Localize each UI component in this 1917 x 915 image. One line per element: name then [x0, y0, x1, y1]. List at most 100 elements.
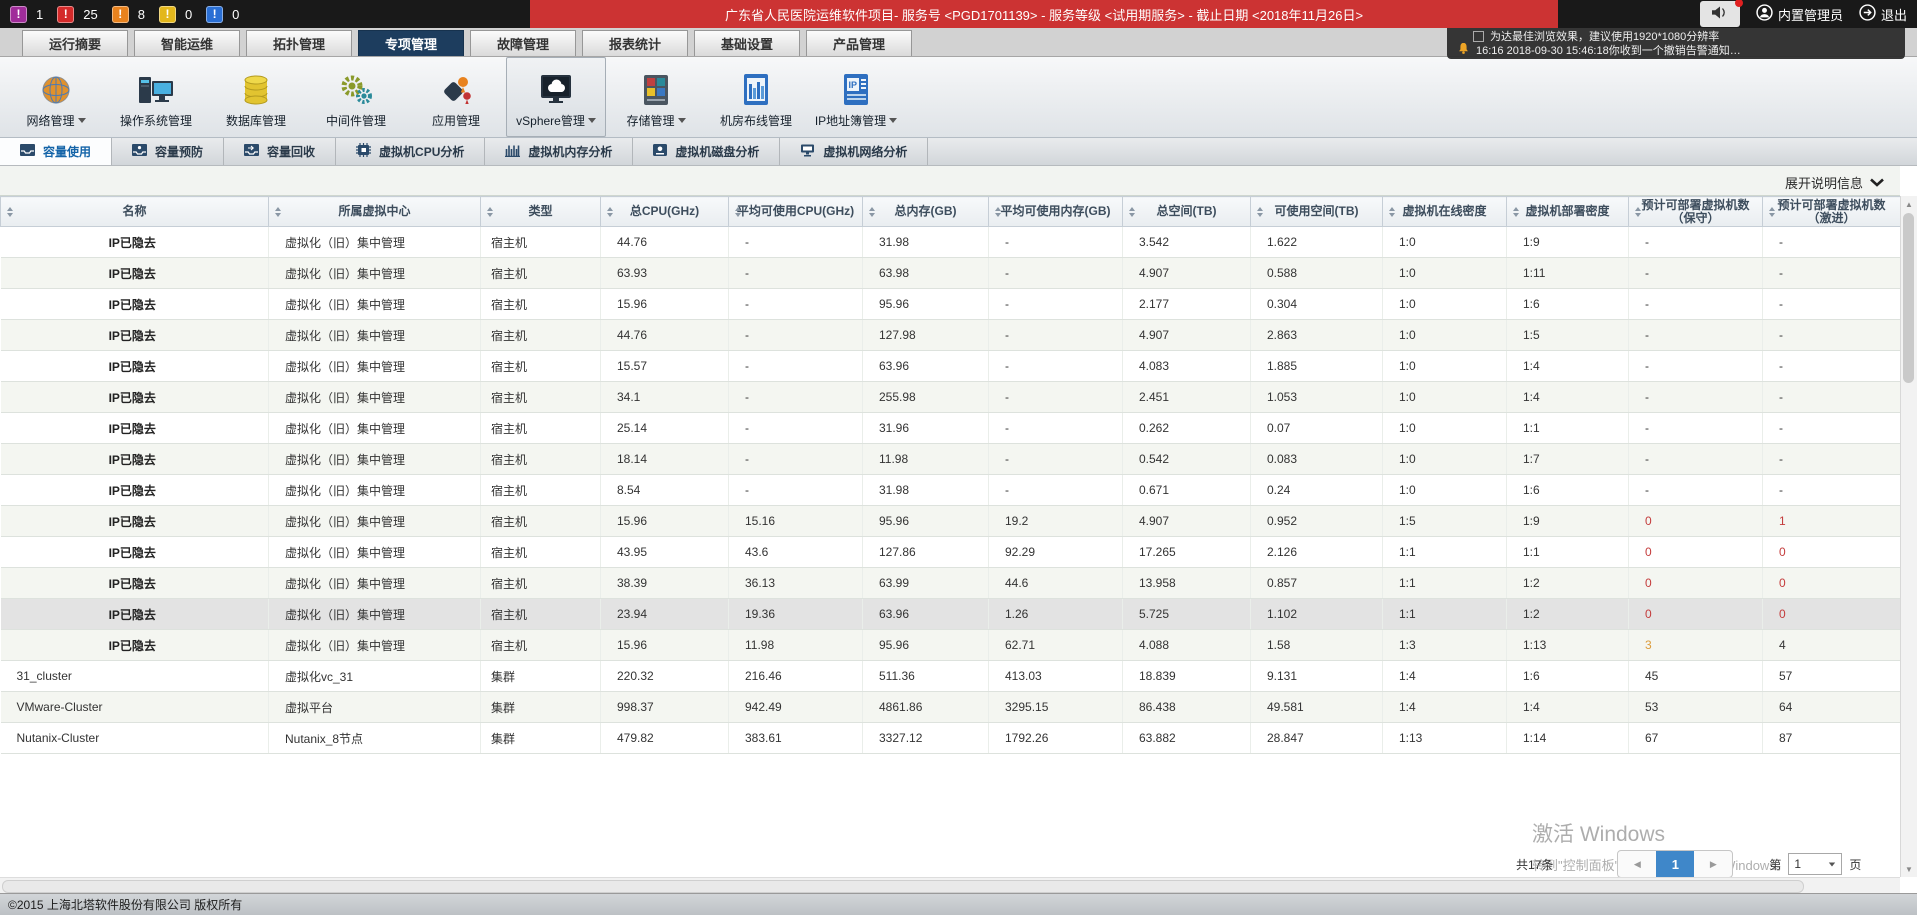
column-header-总内存(GB)[interactable]: 总内存(GB)	[863, 197, 989, 227]
cell: 18.14	[601, 444, 729, 475]
cell: 95.96	[863, 506, 989, 537]
ribbon-item-网络管理[interactable]: 网络管理	[6, 57, 106, 137]
next-page-button[interactable]: ▶	[1694, 851, 1732, 877]
subtab-虚拟机网络分析[interactable]: 虚拟机网络分析	[780, 138, 928, 165]
current-page-button[interactable]: 1	[1656, 851, 1694, 877]
column-header-预计可部署虚拟机数（激进）[interactable]: 预计可部署虚拟机数（激进）	[1763, 197, 1901, 227]
ribbon-item-应用管理[interactable]: 应用管理	[406, 57, 506, 137]
column-header-总空间(TB)[interactable]: 总空间(TB)	[1123, 197, 1251, 227]
cell: 宿主机	[481, 630, 601, 661]
alert-minor-counter[interactable]: !8	[112, 6, 145, 23]
ribbon-item-操作系统管理[interactable]: 操作系统管理	[106, 57, 206, 137]
table-row[interactable]: VMware-Cluster虚拟平台集群998.37942.494861.863…	[1, 692, 1901, 723]
cell: 1:13	[1507, 630, 1629, 661]
alert-warning-counter[interactable]: !0	[159, 6, 192, 23]
ribbon-item-vSphere管理[interactable]: vSphere管理	[506, 57, 606, 137]
tab-拓扑管理[interactable]: 拓扑管理	[246, 30, 352, 56]
table-row[interactable]: IP已隐去虚拟化（旧）集中管理宿主机43.9543.6127.8692.2917…	[1, 537, 1901, 568]
horizontal-scroll-thumb[interactable]	[2, 880, 1804, 893]
column-header-虚拟机部署密度[interactable]: 虚拟机部署密度	[1507, 197, 1629, 227]
column-header-平均可使用CPU(GHz)[interactable]: 平均可使用CPU(GHz)	[729, 197, 863, 227]
subtab-容量使用[interactable]: 容量使用	[0, 138, 112, 165]
cell: 43.95	[601, 537, 729, 568]
vertical-scrollbar[interactable]: ▲ ▼	[1900, 196, 1917, 877]
tab-基础设置[interactable]: 基础设置	[694, 30, 800, 56]
subtab-容量回收[interactable]: 容量回收	[224, 138, 336, 165]
table-row[interactable]: IP已隐去虚拟化（旧）集中管理宿主机8.54-31.98-0.6710.241:…	[1, 475, 1901, 506]
checkbox-icon[interactable]	[1473, 31, 1484, 42]
cell: 集群	[481, 723, 601, 754]
cell: 宿主机	[481, 475, 601, 506]
logout-button[interactable]: 退出	[1859, 4, 1907, 24]
ribbon-item-存储管理[interactable]: 存储管理	[606, 57, 706, 137]
tab-专项管理[interactable]: 专项管理	[358, 30, 464, 56]
cell: 1:9	[1507, 506, 1629, 537]
cell: 18.839	[1123, 661, 1251, 692]
table-row[interactable]: IP已隐去虚拟化（旧）集中管理宿主机15.57-63.96-4.0831.885…	[1, 351, 1901, 382]
ribbon-item-中间件管理[interactable]: 中间件管理	[306, 57, 406, 137]
column-header-可使用空间(TB)[interactable]: 可使用空间(TB)	[1251, 197, 1383, 227]
tab-智能运维[interactable]: 智能运维	[134, 30, 240, 56]
notification-speaker-button[interactable]	[1700, 1, 1740, 27]
cell: 宿主机	[481, 289, 601, 320]
ribbon-item-数据库管理[interactable]: 数据库管理	[206, 57, 306, 137]
cell: 虚拟化（旧）集中管理	[269, 568, 481, 599]
table-row[interactable]: IP已隐去虚拟化（旧）集中管理宿主机23.9419.3663.961.265.7…	[1, 599, 1901, 630]
column-header-预计可部署虚拟机数（保守）[interactable]: 预计可部署虚拟机数（保守）	[1629, 197, 1763, 227]
cell: 15.16	[729, 506, 863, 537]
cell: 127.86	[863, 537, 989, 568]
expand-info-link[interactable]: 展开说明信息	[1785, 173, 1884, 192]
vertical-scroll-thumb[interactable]	[1903, 213, 1914, 383]
tab-产品管理[interactable]: 产品管理	[806, 30, 912, 56]
cell-name: Nutanix-Cluster	[1, 723, 269, 754]
column-header-所属虚拟中心[interactable]: 所属虚拟中心	[269, 197, 481, 227]
cell: 1:9	[1507, 227, 1629, 258]
tab-故障管理[interactable]: 故障管理	[470, 30, 576, 56]
column-header-虚拟机在线密度[interactable]: 虚拟机在线密度	[1383, 197, 1507, 227]
table-row[interactable]: Nutanix-ClusterNutanix_8节点集群479.82383.61…	[1, 723, 1901, 754]
cell: 1:2	[1507, 568, 1629, 599]
table-row[interactable]: IP已隐去虚拟化（旧）集中管理宿主机15.9611.9895.9662.714.…	[1, 630, 1901, 661]
column-header-平均可使用内存(GB)[interactable]: 平均可使用内存(GB)	[989, 197, 1123, 227]
table-row[interactable]: IP已隐去虚拟化（旧）集中管理宿主机63.93-63.98-4.9070.588…	[1, 258, 1901, 289]
column-header-总CPU(GHz)[interactable]: 总CPU(GHz)	[601, 197, 729, 227]
subtab-虚拟机内存分析[interactable]: 虚拟机内存分析	[485, 138, 633, 165]
scroll-down-arrow-icon[interactable]: ▼	[1901, 861, 1917, 877]
cell: 1:7	[1507, 444, 1629, 475]
tab-报表统计[interactable]: 报表统计	[582, 30, 688, 56]
cell: -	[1763, 227, 1901, 258]
alert-info-counter[interactable]: !0	[206, 6, 239, 23]
subtab-虚拟机磁盘分析[interactable]: 虚拟机磁盘分析	[633, 138, 780, 165]
cell: 15.96	[601, 289, 729, 320]
cell-name: 31_cluster	[1, 661, 269, 692]
ribbon-item-IP地址簿管理[interactable]: IPIP地址簿管理	[806, 57, 906, 137]
ribbon-item-机房布线管理[interactable]: 机房布线管理	[706, 57, 806, 137]
table-row[interactable]: IP已隐去虚拟化（旧）集中管理宿主机34.1-255.98-2.4511.053…	[1, 382, 1901, 413]
page-select[interactable]: 1	[1788, 853, 1842, 875]
horizontal-scrollbar[interactable]	[0, 877, 1900, 893]
column-header-名称[interactable]: 名称	[1, 197, 269, 227]
tab-运行摘要[interactable]: 运行摘要	[22, 30, 128, 56]
cell: 0.083	[1251, 444, 1383, 475]
subtab-虚拟机CPU分析[interactable]: 虚拟机CPU分析	[336, 138, 485, 165]
table-row[interactable]: IP已隐去虚拟化（旧）集中管理宿主机44.76-31.98-3.5421.622…	[1, 227, 1901, 258]
alert-critical-counter[interactable]: !1	[10, 6, 43, 23]
subtab-容量预防[interactable]: 容量预防	[112, 138, 224, 165]
cell: 宿主机	[481, 568, 601, 599]
table-row[interactable]: 31_cluster虚拟化vc_31集群220.32216.46511.3641…	[1, 661, 1901, 692]
prev-page-button[interactable]: ◀	[1618, 851, 1656, 877]
cell: 宿主机	[481, 227, 601, 258]
cell: 1.102	[1251, 599, 1383, 630]
notification-toast[interactable]: 为达最佳浏览效果，建议使用1920*1080分辨率 16:16 2018-09-…	[1447, 28, 1905, 59]
table-row[interactable]: IP已隐去虚拟化（旧）集中管理宿主机44.76-127.98-4.9072.86…	[1, 320, 1901, 351]
column-header-类型[interactable]: 类型	[481, 197, 601, 227]
table-row[interactable]: IP已隐去虚拟化（旧）集中管理宿主机18.14-11.98-0.5420.083…	[1, 444, 1901, 475]
table-row[interactable]: IP已隐去虚拟化（旧）集中管理宿主机15.9615.1695.9619.24.9…	[1, 506, 1901, 537]
user-icon	[1756, 4, 1773, 24]
table-row[interactable]: IP已隐去虚拟化（旧）集中管理宿主机15.96-95.96-2.1770.304…	[1, 289, 1901, 320]
alert-major-counter[interactable]: !25	[57, 6, 97, 23]
table-row[interactable]: IP已隐去虚拟化（旧）集中管理宿主机25.14-31.96-0.2620.071…	[1, 413, 1901, 444]
table-row[interactable]: IP已隐去虚拟化（旧）集中管理宿主机38.3936.1363.9944.613.…	[1, 568, 1901, 599]
scroll-up-arrow-icon[interactable]: ▲	[1901, 196, 1917, 212]
current-user-button[interactable]: 内置管理员	[1756, 4, 1843, 24]
